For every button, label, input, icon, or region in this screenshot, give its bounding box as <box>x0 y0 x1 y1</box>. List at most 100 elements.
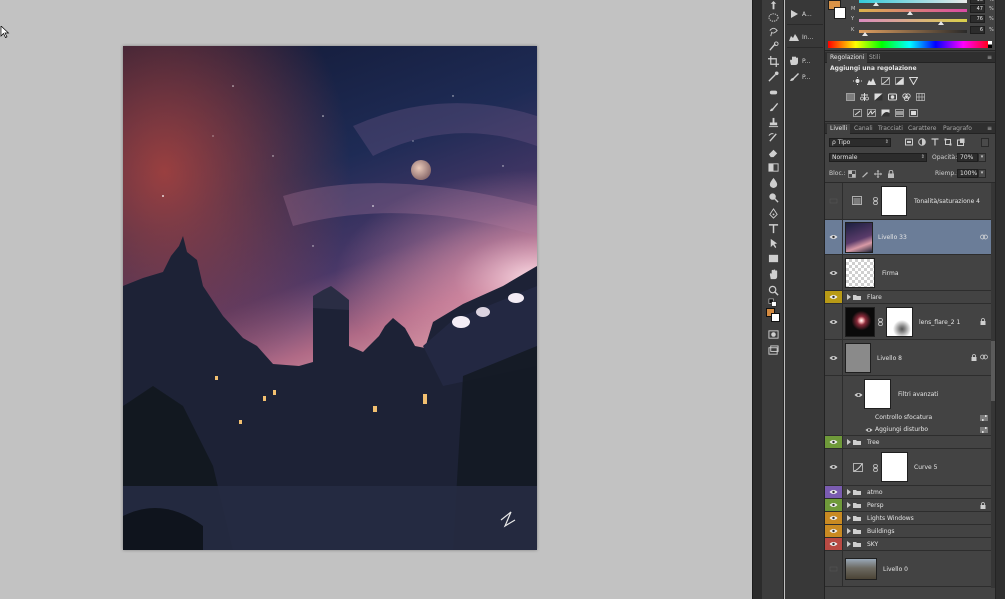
panel-menu-icon[interactable]: ≡ <box>987 54 992 61</box>
rectangle-tool-icon[interactable] <box>767 252 779 264</box>
history-item-actions[interactable]: A... <box>789 6 823 22</box>
visibility-toggle[interactable] <box>825 512 843 524</box>
cmyk-value-input[interactable]: 47 <box>970 5 985 13</box>
visibility-toggle[interactable] <box>825 291 843 303</box>
artwork-image[interactable] <box>123 46 537 550</box>
filter-shape-icon[interactable] <box>944 138 952 146</box>
visibility-toggle[interactable] <box>825 486 843 498</box>
history-brush-tool-icon[interactable] <box>767 131 779 143</box>
eye-icon[interactable] <box>865 427 873 433</box>
layer-group-row[interactable]: Buildings <box>825 525 995 538</box>
type-tool-icon[interactable] <box>767 222 779 234</box>
clone-stamp-tool-icon[interactable] <box>767 116 779 128</box>
layer-row[interactable]: Livello 8 <box>825 340 995 376</box>
layer-group-row[interactable]: Flare <box>825 291 995 304</box>
expand-arrow-icon[interactable] <box>847 439 851 445</box>
curves-adjustment-icon[interactable] <box>880 76 890 85</box>
layer-group-row[interactable]: Lights Windows <box>825 512 995 525</box>
color-lookup-icon[interactable] <box>915 92 925 101</box>
panel-divider[interactable] <box>752 0 762 599</box>
selective-color-icon[interactable] <box>908 108 918 117</box>
cmyk-slider-row[interactable]: K 6% <box>825 26 995 36</box>
crop-tool-icon[interactable] <box>767 55 779 67</box>
cmyk-slider-track[interactable] <box>859 19 967 22</box>
gradient-tool-icon[interactable] <box>767 161 779 173</box>
layer-row[interactable]: Livello 33 <box>825 220 995 255</box>
layer-row[interactable]: Firma <box>825 255 995 291</box>
visibility-toggle[interactable] <box>825 525 843 537</box>
panel-menu-icon[interactable]: ≡ <box>987 125 992 132</box>
dodge-tool-icon[interactable] <box>767 191 779 203</box>
expand-arrow-icon[interactable] <box>847 489 851 495</box>
filter-options-icon[interactable] <box>980 427 988 433</box>
visibility-toggle[interactable] <box>825 499 843 511</box>
visibility-toggle[interactable] <box>825 255 843 290</box>
layer-row[interactable]: Tonalità/saturazione 4 <box>825 183 995 220</box>
document-canvas-area[interactable] <box>0 0 752 599</box>
filter-mask-thumbnail[interactable] <box>864 379 891 409</box>
zoom-tool-icon[interactable] <box>767 284 779 296</box>
smart-filter-icon[interactable] <box>980 354 988 360</box>
history-item-paint[interactable]: P... <box>789 53 823 69</box>
cmyk-slider-thumb[interactable] <box>938 21 945 25</box>
layer-filter-select[interactable]: ρ Tipo ⇕ <box>829 138 891 147</box>
eye-icon[interactable] <box>854 392 863 398</box>
layer-mask-thumbnail[interactable] <box>881 186 907 216</box>
cmyk-slider-track[interactable] <box>859 9 967 12</box>
layer-mask-thumbnail[interactable] <box>886 307 913 337</box>
lock-pixels-icon[interactable] <box>861 170 869 178</box>
layer-thumbnail[interactable] <box>845 258 875 288</box>
marquee-tool-icon[interactable] <box>767 11 779 23</box>
tab-regolazioni[interactable]: Regolazioni <box>827 53 868 63</box>
layer-thumbnail[interactable] <box>845 343 871 373</box>
brightness-contrast-icon[interactable] <box>852 76 862 85</box>
cmyk-slider-row[interactable]: Y 76% <box>825 15 995 25</box>
layer-group-row[interactable]: SKY <box>825 538 995 551</box>
quick-selection-tool-icon[interactable] <box>767 40 779 52</box>
tab-carattere[interactable]: Carattere <box>905 124 939 134</box>
healing-brush-tool-icon[interactable] <box>767 86 779 98</box>
visibility-toggle[interactable] <box>825 376 843 412</box>
lock-transparent-icon[interactable] <box>848 170 856 178</box>
filter-options-icon[interactable] <box>980 415 988 421</box>
posterize-icon[interactable] <box>866 108 876 117</box>
blur-tool-icon[interactable] <box>767 176 779 188</box>
history-item-paint-2[interactable]: P... <box>789 69 823 85</box>
gradient-map-icon[interactable] <box>894 108 904 117</box>
layer-thumbnail[interactable] <box>845 307 875 337</box>
smart-filter-row[interactable]: Aggiungi disturbo <box>825 424 995 436</box>
layer-row[interactable]: lens_flare_2 1 <box>825 304 995 340</box>
visibility-toggle[interactable] <box>825 412 843 424</box>
history-item-levels[interactable]: In... <box>789 29 823 45</box>
visibility-toggle[interactable] <box>825 436 843 448</box>
visibility-toggle[interactable] <box>825 449 843 485</box>
opacity-input[interactable]: 70% <box>957 153 978 162</box>
levels-adjustment-icon[interactable] <box>866 76 876 85</box>
expand-arrow-icon[interactable] <box>847 502 851 508</box>
visibility-toggle[interactable] <box>825 220 843 254</box>
dock-scrollbar[interactable] <box>995 0 1005 599</box>
quick-mask-icon[interactable] <box>767 328 779 340</box>
fill-dropdown-button[interactable]: ▾ <box>978 169 986 178</box>
color-balance-icon[interactable] <box>859 92 869 101</box>
threshold-icon[interactable] <box>880 108 890 117</box>
cmyk-value-input[interactable]: 6 <box>970 26 985 34</box>
fill-input[interactable]: 100% <box>957 169 978 178</box>
layer-row[interactable]: Curve 5 <box>825 449 995 486</box>
tab-livelli[interactable]: Livelli <box>827 124 851 134</box>
black-white-icon[interactable] <box>873 92 883 101</box>
layer-row[interactable]: Livello 0 <box>825 551 995 587</box>
filter-smart-object-icon[interactable] <box>957 138 965 146</box>
tab-canali[interactable]: Canali <box>851 124 876 134</box>
invert-icon[interactable] <box>852 108 862 117</box>
cmyk-slider-thumb[interactable] <box>862 32 869 36</box>
smart-filter-mask-row[interactable]: Filtri avanzati <box>825 376 995 412</box>
tab-paragrafo[interactable]: Paragrafo <box>940 124 975 134</box>
color-spectrum-ramp[interactable] <box>828 41 991 48</box>
layer-thumbnail[interactable] <box>845 558 877 580</box>
lock-position-icon[interactable] <box>874 170 882 178</box>
photo-filter-icon[interactable] <box>887 92 897 101</box>
filter-pixel-icon[interactable] <box>905 138 913 146</box>
visibility-toggle[interactable] <box>825 304 843 339</box>
expand-arrow-icon[interactable] <box>847 294 851 300</box>
